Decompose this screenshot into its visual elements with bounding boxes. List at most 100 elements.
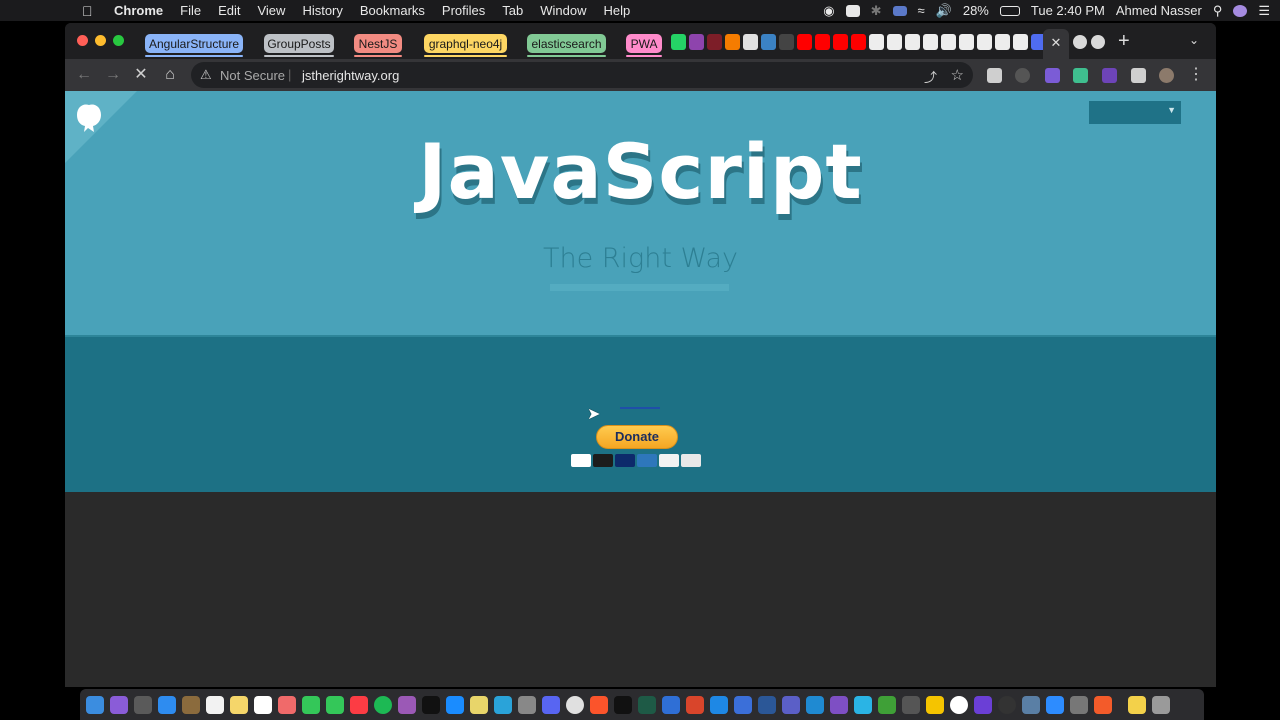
tab-group-nestjs[interactable]: NestJS (354, 34, 402, 57)
app-icon[interactable] (926, 695, 944, 714)
kebab-menu-icon[interactable]: ⋮ (1185, 64, 1207, 86)
photos-icon[interactable] (278, 695, 296, 714)
calendar-icon[interactable] (206, 695, 224, 714)
tab-group-elasticsearch[interactable]: elasticsearch (527, 34, 606, 57)
menu-tab[interactable]: Tab (502, 3, 523, 18)
obs-icon[interactable] (998, 695, 1016, 714)
security-label[interactable]: Not Secure (220, 68, 285, 83)
active-tab[interactable]: ✕ (1043, 29, 1069, 59)
tab-favicon-icon[interactable] (959, 34, 974, 50)
spotify-icon[interactable] (374, 695, 392, 714)
tab-favicon-icon[interactable] (761, 34, 776, 50)
github-tab-icon[interactable] (1073, 35, 1087, 49)
wifi-icon[interactable]: ≈ (918, 3, 925, 18)
app-icon[interactable] (734, 695, 752, 714)
language-select[interactable]: ▼ (1089, 101, 1181, 124)
user-name[interactable]: Ahmed Nasser (1116, 3, 1202, 18)
extension-icon[interactable] (1102, 68, 1117, 83)
menu-file[interactable]: File (180, 3, 201, 18)
menu-bookmarks[interactable]: Bookmarks (360, 3, 425, 18)
contacts-icon[interactable] (182, 695, 200, 714)
app-icon[interactable] (902, 695, 920, 714)
extension-icon[interactable] (1045, 68, 1060, 83)
tab-favicon-icon[interactable] (869, 34, 884, 50)
safari-icon[interactable] (158, 695, 176, 714)
siri-icon[interactable] (110, 695, 128, 714)
address-bar[interactable]: ⚠ Not Secure | jstherightway.org ⤴ ☆ (191, 62, 973, 88)
vscode-icon[interactable] (806, 695, 824, 714)
clock[interactable]: Tue 2:40 PM (1031, 3, 1105, 18)
tv-icon[interactable] (422, 695, 440, 714)
app-icon[interactable] (974, 695, 992, 714)
visual-studio-icon[interactable] (830, 695, 848, 714)
brave-icon[interactable] (590, 695, 608, 714)
extension-icon[interactable] (1073, 68, 1088, 83)
search-icon[interactable]: ⚲ (1213, 3, 1223, 19)
refresh-extension-icon[interactable] (1015, 68, 1030, 83)
launchpad-icon[interactable] (134, 695, 152, 714)
facetime-icon[interactable] (326, 695, 344, 714)
menu-edit[interactable]: Edit (218, 3, 240, 18)
tab-favicon-icon[interactable] (725, 34, 740, 50)
teams-icon[interactable] (782, 695, 800, 714)
system-preferences-icon[interactable] (518, 695, 536, 714)
tab-favicon-icon[interactable] (779, 34, 794, 50)
link-underline[interactable] (620, 407, 660, 409)
url-text[interactable]: jstherightway.org (302, 68, 399, 83)
profile-avatar[interactable] (1159, 68, 1174, 83)
word-icon[interactable] (758, 695, 776, 714)
chrome-icon[interactable] (566, 695, 584, 714)
reminders-icon[interactable] (254, 695, 272, 714)
youtube-tab-icon[interactable] (815, 34, 830, 50)
tab-group-graphql-neo4j[interactable]: graphql-neo4j (424, 34, 507, 57)
tab-favicon-icon[interactable] (887, 34, 902, 50)
siri-icon[interactable] (1233, 4, 1248, 17)
music-icon[interactable] (350, 695, 368, 714)
tab-favicon-icon[interactable] (977, 34, 992, 50)
zoom-icon[interactable] (1046, 695, 1064, 714)
tab-favicon-icon[interactable] (689, 34, 704, 50)
tab-favicon-icon[interactable] (941, 34, 956, 50)
app-icon[interactable] (950, 695, 968, 714)
new-tab-button[interactable]: + (1118, 30, 1130, 53)
folder-icon[interactable] (1128, 695, 1146, 714)
apple-icon[interactable]:  (82, 3, 100, 19)
camera-extension-icon[interactable] (987, 68, 1002, 83)
app-icon[interactable] (1022, 695, 1040, 714)
stop-loading-button[interactable]: ✕ (130, 64, 152, 86)
menu-profiles[interactable]: Profiles (442, 3, 485, 18)
discord-icon[interactable] (542, 695, 560, 714)
home-button[interactable]: ⌂ (159, 64, 181, 86)
podcasts-icon[interactable] (398, 695, 416, 714)
record-icon[interactable]: ◉ (823, 3, 834, 19)
app-icon[interactable] (854, 695, 872, 714)
tab-favicon-icon[interactable] (1013, 34, 1028, 50)
tab-group-angularstructure[interactable]: AngularStructure (145, 34, 243, 57)
app-icon[interactable] (686, 695, 704, 714)
screen-icon[interactable] (845, 4, 860, 17)
flag-icon[interactable] (892, 5, 907, 16)
app-store-icon[interactable] (446, 695, 464, 714)
app-icon[interactable] (662, 695, 680, 714)
app-icon[interactable] (710, 695, 728, 714)
messages-icon[interactable] (302, 695, 320, 714)
mongodb-icon[interactable] (878, 695, 896, 714)
youtube-tab-icon[interactable] (797, 34, 812, 50)
back-button[interactable]: ← (73, 64, 95, 86)
zoom-window-button[interactable] (113, 35, 124, 46)
share-icon[interactable]: ⤴ (924, 67, 937, 86)
tab-favicon-icon[interactable] (707, 34, 722, 50)
menu-app-name[interactable]: Chrome (114, 3, 163, 18)
youtube-tab-icon[interactable] (833, 34, 848, 50)
close-tab-icon[interactable]: ✕ (1051, 35, 1062, 50)
tab-group-pwa[interactable]: PWA (626, 34, 662, 57)
whatsapp-tab-icon[interactable] (671, 34, 686, 50)
close-window-button[interactable] (77, 35, 88, 46)
control-center-icon[interactable]: ☰ (1258, 3, 1270, 19)
notes-icon[interactable] (230, 695, 248, 714)
tab-favicon-icon[interactable] (743, 34, 758, 50)
donate-button[interactable]: Donate (596, 425, 678, 449)
app-icon[interactable] (470, 695, 488, 714)
tab-group-groupposts[interactable]: GroupPosts (264, 34, 334, 57)
forward-button[interactable]: → (102, 64, 124, 86)
